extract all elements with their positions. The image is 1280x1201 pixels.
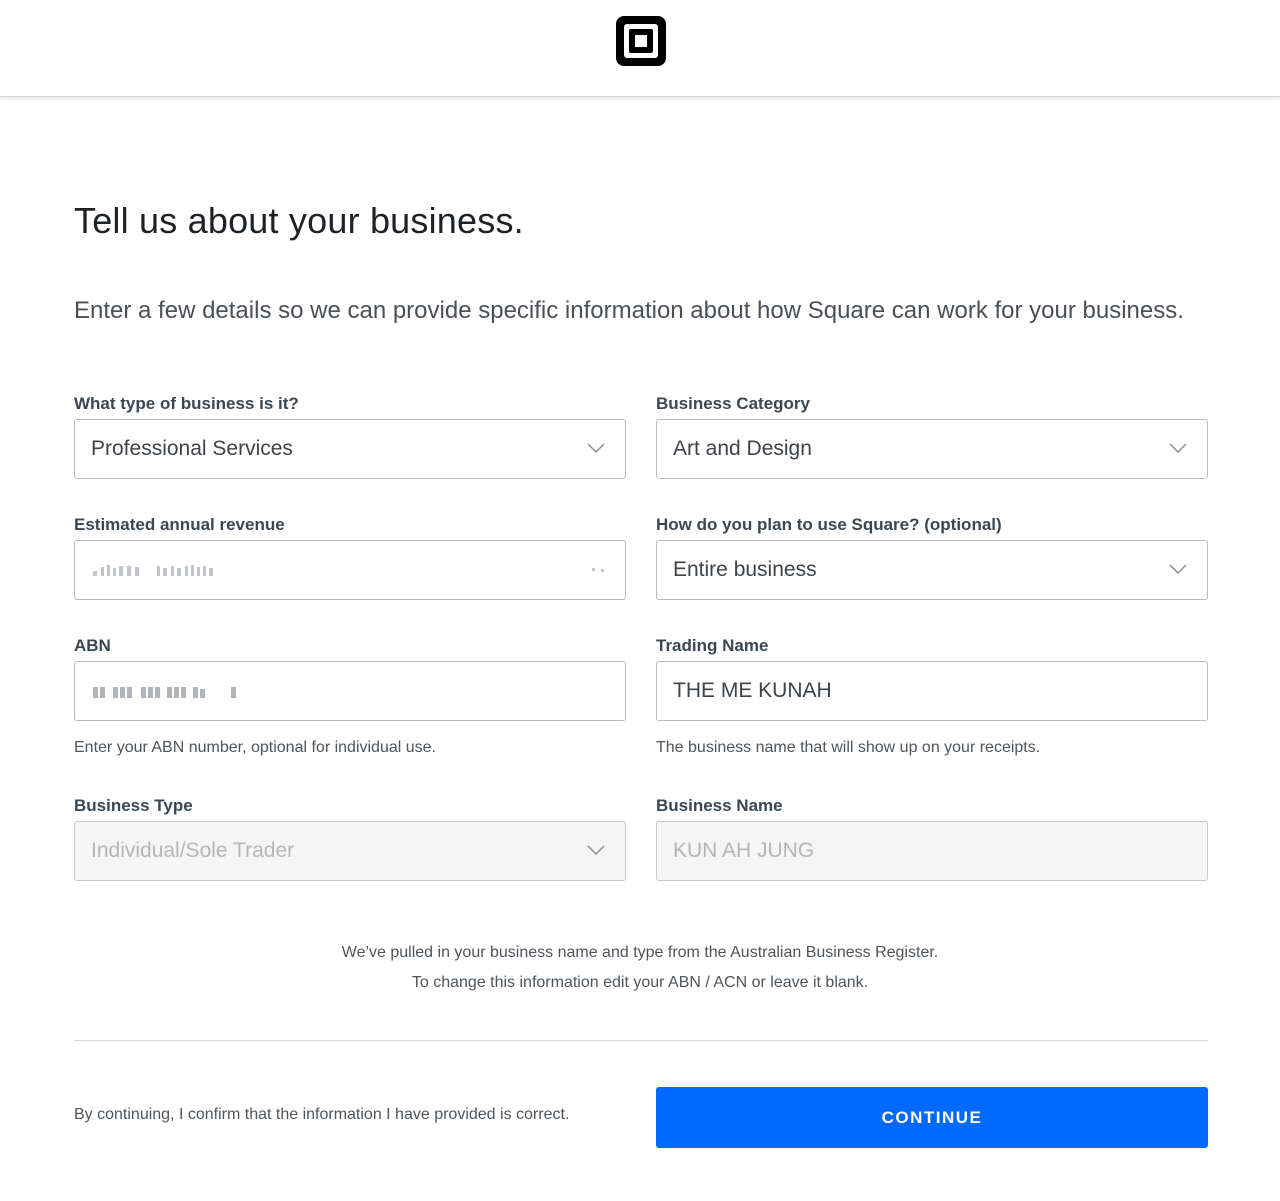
annual-revenue-label: Estimated annual revenue — [74, 515, 285, 534]
trading-name-field: Trading Name THE ME KUNAH The business n… — [656, 635, 1208, 756]
trading-name-input[interactable]: THE ME KUNAH — [656, 661, 1208, 721]
business-category-label: Business Category — [656, 394, 810, 413]
business-name-value: KUN AH JUNG — [673, 839, 815, 862]
abn-label: ABN — [74, 636, 111, 655]
abr-business-type-label: Business Type — [74, 796, 193, 815]
confirm-text: By continuing, I confirm that the inform… — [74, 1106, 570, 1123]
annual-revenue-select[interactable] — [74, 540, 626, 600]
business-type-label: What type of business is it? — [74, 394, 299, 413]
abn-input[interactable] — [74, 661, 626, 721]
business-name-label: Business Name — [656, 796, 783, 815]
page-intro: Enter a few details so we can provide sp… — [74, 297, 1184, 324]
trading-name-hint: The business name that will show up on y… — [656, 739, 1041, 756]
redacted-value — [93, 687, 236, 698]
abr-note-line-2: To change this information edit your ABN… — [411, 974, 869, 991]
top-header — [0, 0, 1280, 97]
business-type-field: What type of business is it? Professiona… — [74, 393, 626, 479]
abr-business-type-field: Business Type Individual/Sole Trader — [74, 795, 626, 881]
abr-note-line-1: We’ve pulled in your business name and t… — [341, 944, 939, 961]
business-name-input: KUN AH JUNG — [656, 821, 1208, 881]
abn-field: ABN Enter your ABN number, optional for … — [74, 635, 626, 756]
chevron-down-icon — [1169, 443, 1187, 454]
business-type-value: Professional Services — [91, 437, 293, 460]
chevron-down-icon — [592, 568, 604, 572]
chevron-down-icon — [587, 845, 605, 856]
trading-name-label: Trading Name — [656, 636, 769, 655]
abr-note: We’ve pulled in your business name and t… — [0, 938, 1280, 998]
continue-button[interactable]: CONTINUE — [656, 1087, 1208, 1148]
business-name-field: Business Name KUN AH JUNG — [656, 795, 1208, 881]
square-use-select[interactable]: Entire business — [656, 540, 1208, 600]
annual-revenue-field: Estimated annual revenue — [74, 514, 626, 600]
abr-business-type-value: Individual/Sole Trader — [91, 839, 295, 862]
chevron-down-icon — [1169, 564, 1187, 575]
business-type-select[interactable]: Professional Services — [74, 419, 626, 479]
chevron-down-icon — [587, 443, 605, 454]
page-title: Tell us about your business. — [74, 200, 524, 241]
square-use-field: How do you plan to use Square? (optional… — [656, 514, 1208, 600]
abr-business-type-select: Individual/Sole Trader — [74, 821, 626, 881]
square-logo-icon[interactable] — [616, 16, 666, 66]
footer-divider — [74, 1040, 1208, 1041]
business-category-field: Business Category Art and Design — [656, 393, 1208, 479]
redacted-value — [93, 565, 213, 576]
business-category-value: Art and Design — [673, 437, 812, 460]
abn-hint: Enter your ABN number, optional for indi… — [74, 739, 436, 756]
trading-name-value: THE ME KUNAH — [673, 679, 832, 702]
square-use-value: Entire business — [673, 558, 817, 581]
business-category-select[interactable]: Art and Design — [656, 419, 1208, 479]
square-use-label: How do you plan to use Square? (optional… — [656, 515, 1002, 534]
